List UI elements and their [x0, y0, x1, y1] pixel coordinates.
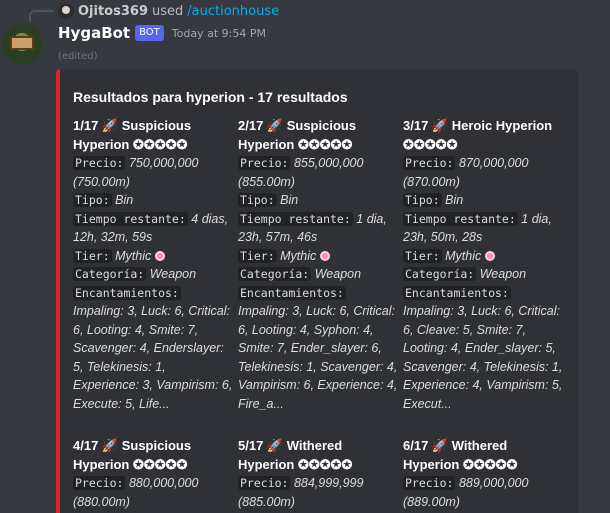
tipo-value: Bin	[115, 193, 134, 207]
reply-command[interactable]: /auctionhouse	[187, 4, 279, 19]
embed-field-6: 6/17 🚀 Withered Hyperion ✪✪✪✪✪ Precio: 8…	[403, 437, 563, 511]
precio-label: Precio:	[238, 476, 291, 490]
embed: Resultados para hyperion - 17 resultados…	[56, 69, 578, 513]
encantamientos-value: Impaling: 3, Luck: 6, Critical: 6, Cleav…	[403, 304, 563, 411]
bot-username[interactable]: HygaBot	[58, 24, 130, 42]
tiempo-label: Tiempo restante:	[73, 211, 188, 226]
precio-label: Precio:	[403, 156, 456, 170]
reply-avatar[interactable]	[58, 3, 74, 19]
precio-label: Precio:	[403, 476, 456, 490]
field-title: 4/17 🚀 Suspicious Hyperion ✪✪✪✪✪	[73, 438, 192, 472]
precio-label: Precio:	[238, 156, 291, 170]
embed-field-4: 4/17 🚀 Suspicious Hyperion ✪✪✪✪✪ Precio:…	[73, 437, 233, 511]
reply-used-text: used	[151, 3, 184, 19]
categoria-label: Categoría:	[238, 267, 312, 281]
tiempo-label: Tiempo restante:	[238, 211, 353, 226]
message-timestamp[interactable]: Today at 9:54 PM	[172, 27, 266, 40]
embed-field-3: 3/17 🚀 Heroic Hyperion ✪✪✪✪✪ Precio: 870…	[403, 117, 563, 413]
tipo-value: Bin	[445, 193, 464, 207]
bot-badge: BOT	[135, 25, 164, 41]
encantamientos-label: Encantamientos:	[403, 285, 511, 300]
categoria-value: Weapon	[314, 267, 362, 281]
categoria-label: Categoría:	[73, 267, 147, 281]
field-title: 2/17 🚀 Suspicious Hyperion ✪✪✪✪✪	[238, 118, 357, 152]
field-title: 3/17 🚀 Heroic Hyperion ✪✪✪✪✪	[403, 118, 553, 152]
tipo-label: Tipo:	[238, 193, 277, 207]
bot-avatar[interactable]	[2, 24, 42, 64]
mythic-gem-icon	[484, 250, 495, 261]
mythic-gem-icon	[154, 250, 165, 261]
embed-field-2: 2/17 🚀 Suspicious Hyperion ✪✪✪✪✪ Precio:…	[238, 117, 398, 413]
encantamientos-value: Impaling: 3, Luck: 6, Critical: 6, Looti…	[238, 304, 398, 411]
edited-label: (edited)	[58, 51, 98, 62]
embed-field-1: 1/17 🚀 Suspicious Hyperion ✪✪✪✪✪ Precio:…	[73, 117, 233, 413]
precio-label: Precio:	[73, 476, 126, 490]
field-title: 1/17 🚀 Suspicious Hyperion ✪✪✪✪✪	[73, 118, 192, 152]
categoria-value: Weapon	[479, 267, 527, 281]
encantamientos-value: Impaling: 3, Luck: 6, Critical: 6, Looti…	[73, 304, 233, 411]
reply-reference[interactable]: Ojitos369 used /auctionhouse	[58, 0, 279, 22]
tier-value: Mythic	[115, 248, 152, 263]
tiempo-label: Tiempo restante:	[403, 211, 518, 226]
mythic-gem-icon	[319, 250, 330, 261]
tier-label: Tier:	[238, 248, 277, 263]
encantamientos-label: Encantamientos:	[238, 285, 346, 300]
reply-username[interactable]: Ojitos369	[78, 4, 148, 19]
encantamientos-label: Encantamientos:	[73, 285, 181, 300]
embed-field-5: 5/17 🚀 Withered Hyperion ✪✪✪✪✪ Precio: 8…	[238, 437, 398, 511]
field-title: 5/17 🚀 Withered Hyperion ✪✪✪✪✪	[238, 438, 353, 472]
message-header: HygaBot BOT Today at 9:54 PM	[58, 24, 266, 42]
tipo-value: Bin	[280, 193, 299, 207]
tier-label: Tier:	[403, 248, 442, 263]
categoria-label: Categoría:	[403, 267, 477, 281]
tier-label: Tier:	[73, 248, 112, 263]
precio-label: Precio:	[73, 156, 126, 170]
tier-value: Mythic	[280, 248, 317, 263]
embed-title: Resultados para hyperion - 17 resultados	[73, 89, 348, 105]
reply-connector	[29, 10, 54, 22]
categoria-value: Weapon	[149, 267, 197, 281]
field-title: 6/17 🚀 Withered Hyperion ✪✪✪✪✪	[403, 438, 518, 472]
tipo-label: Tipo:	[403, 193, 442, 207]
tier-value: Mythic	[445, 248, 482, 263]
tipo-label: Tipo:	[73, 193, 112, 207]
